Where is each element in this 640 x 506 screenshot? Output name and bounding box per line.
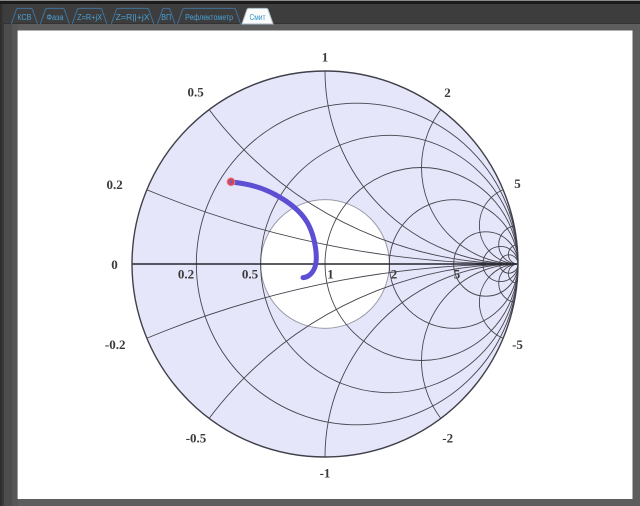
svg-text:0: 0 — [111, 257, 118, 272]
svg-text:-0.5: -0.5 — [186, 431, 207, 446]
svg-text:1: 1 — [327, 267, 334, 282]
svg-text:Фаза: Фаза — [46, 13, 64, 22]
svg-text:Рефлектометр: Рефлектометр — [185, 13, 233, 22]
svg-text:0.5: 0.5 — [242, 267, 259, 282]
svg-text:Z=R+jX: Z=R+jX — [77, 13, 103, 22]
svg-text:-5: -5 — [512, 337, 523, 352]
svg-text:-1: -1 — [320, 466, 331, 481]
svg-text:-0.2: -0.2 — [105, 337, 126, 352]
svg-text:0.2: 0.2 — [106, 177, 122, 192]
svg-text:0.2: 0.2 — [178, 267, 194, 282]
svg-text:2: 2 — [444, 85, 451, 100]
svg-text:5: 5 — [454, 267, 461, 282]
svg-text:2: 2 — [391, 267, 398, 282]
svg-text:-2: -2 — [442, 430, 453, 445]
svg-text:0.5: 0.5 — [187, 85, 204, 100]
svg-text:5: 5 — [514, 176, 521, 191]
svg-text:ВП: ВП — [161, 13, 171, 22]
svg-text:Смит: Смит — [250, 13, 266, 22]
svg-text:КСВ: КСВ — [17, 13, 31, 22]
svg-text:1: 1 — [322, 50, 329, 65]
svg-text:Z=R||+jX: Z=R||+jX — [116, 13, 151, 22]
